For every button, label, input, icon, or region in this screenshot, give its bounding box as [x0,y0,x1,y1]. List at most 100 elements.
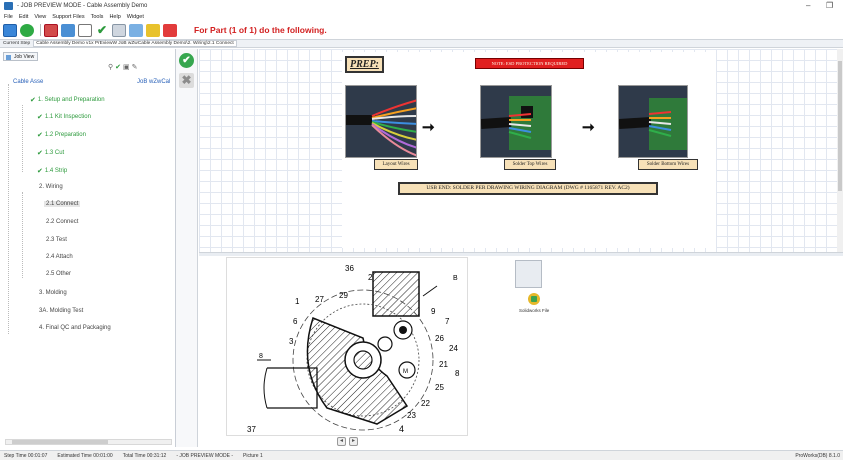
back-icon[interactable] [129,23,143,37]
tree-item-attach[interactable]: 2.4 Attach [46,254,73,260]
tree-item-connect[interactable]: 2.2 Connect [46,219,78,225]
user-icon[interactable] [146,23,160,37]
drawing-label: 25 [435,383,444,392]
tree-item-other[interactable]: 2.5 Other [46,271,71,277]
check-icon[interactable]: ✔ [95,23,109,37]
tree-item-kit-inspection[interactable]: ✔ 1.1 Kit Inspection [37,113,91,121]
menu-edit[interactable]: Edit [19,14,28,20]
picture-nav: ◂ ▸ [337,437,361,446]
forward-icon[interactable] [61,23,75,37]
alert-icon[interactable] [163,23,177,37]
refresh-icon[interactable] [20,23,34,37]
drawing-label: 36 [345,264,354,273]
menu-view[interactable]: View [34,14,46,20]
drawing-label: 22 [421,399,430,408]
tree-root-suffix: JoB wZwCal [137,79,171,85]
step-time: Step Time 00:01:07 [4,452,48,459]
tree-item-preparation[interactable]: ✔ 1.2 Preparation [37,131,86,139]
toolbar-separator [40,24,41,36]
total-time: Total Time 00:31:12 [122,452,167,459]
tree-root[interactable]: Cable Asse [13,79,43,85]
drawing-label: M [403,369,408,375]
drawing-label: B [453,275,458,282]
tree-item-strip[interactable]: ✔ 1.4 Strip [37,167,67,175]
caption-solder-top: Solder Top Wires [504,159,556,170]
save-icon[interactable] [3,23,17,37]
media-panel: 36 2 B 1 27 29 9 7 6 3 26 24 21 8 8 M 25… [199,256,843,447]
check-icon: ✔ [37,168,43,175]
drawing-label: 8 [259,353,263,360]
tree-item-final-qc[interactable]: 4. Final QC and Packaging [39,325,111,331]
tree-connector [22,105,23,172]
tree-item-connect-selected[interactable]: 2.1 Connect [44,201,81,207]
menu-widget[interactable]: Widget [127,14,144,20]
list-icon[interactable] [44,23,58,37]
restore-button[interactable]: ❐ [826,1,833,10]
scrollbar-thumb[interactable] [838,61,842,191]
tree-item-test[interactable]: 2.3 Test [46,237,67,243]
solidworks-file-label[interactable]: Solidworks File [519,308,549,313]
window-title: - JOB PREVIEW MODE - Cable Assembly Demo [17,3,148,9]
tree-toolbar: ⚲ ✔ ▣ ✎ [108,63,140,71]
tree-connector [8,84,9,334]
drawing-label: 9 [431,307,436,316]
drawing-label: 24 [449,344,458,353]
mode-indicator: - JOB PREVIEW MODE - [176,452,233,459]
drawing-label: 21 [439,360,448,369]
photo-solder-bottom [618,85,688,158]
tree-item-cut[interactable]: ✔ 1.3 Cut [37,149,64,157]
right-arrow-icon: ➞ [422,119,435,136]
drawing-label: 6 [293,317,298,326]
drawing-label: 37 [247,425,256,434]
prep-title: PREP: [345,56,384,73]
previous-picture-button[interactable]: ◂ [337,437,346,446]
print-icon[interactable] [112,23,126,37]
photo-layout-wires [345,85,417,158]
instruction-vertical-scrollbar[interactable] [837,49,843,252]
minimize-button[interactable]: – [806,1,810,10]
edit-icon[interactable]: ✎ [132,63,138,71]
tree-horizontal-scrollbar[interactable] [5,439,172,445]
estimated-time: Estimated Time 00:01:00 [57,452,113,459]
drawing-label: 4 [399,424,404,434]
drawing-label: 26 [435,334,444,343]
job-tree-panel: Job View ⚲ ✔ ▣ ✎ Cable Asse JoB wZwCal ✔… [0,49,176,447]
fail-step-button[interactable]: ✖ [179,73,194,88]
photo-solder-top [480,85,552,158]
folder-icon[interactable]: ▣ [123,63,130,71]
page-icon[interactable] [78,23,92,37]
app-version: ProWorks(DB) 8.1.0 [795,452,840,459]
menu-bar: File Edit View Support Files Tools Help … [0,12,150,21]
attachment-thumbnail[interactable] [515,260,542,288]
check-filter-icon[interactable]: ✔ [115,63,121,71]
drawing-label: 1 [295,297,300,306]
menu-support-files[interactable]: Support Files [52,14,84,20]
menu-tools[interactable]: Tools [91,14,104,20]
check-icon: ✔ [37,150,43,157]
filter-icon[interactable]: ⚲ [108,63,113,71]
breadcrumb-path: Cable Assembly Demo v1x PrEviewW JoB wZw… [33,40,237,47]
tree-item-setup[interactable]: ✔ 1. Setup and Preparation [30,96,105,104]
complete-step-button[interactable]: ✔ [179,53,194,68]
breadcrumb: Current Step Cable Assembly Demo v1x PrE… [0,39,843,48]
instruction-panel: PREP: NOTE: ESD PROTECTION REQUIRED Layo… [199,49,843,252]
drawing-label: 7 [445,317,450,326]
tree-item-molding-test[interactable]: 3A. Molding Test [39,308,83,314]
menu-help[interactable]: Help [109,14,120,20]
check-icon: ✔ [37,132,43,139]
caption-solder-bottom: Solder Bottom Wires [638,159,698,170]
caption-layout-wires: Layout Wires [374,159,418,170]
tab-job-view[interactable]: Job View [3,52,39,61]
drawing-label: 3 [289,337,294,346]
esd-note: NOTE: ESD PROTECTION REQUIRED [475,58,584,69]
menu-file[interactable]: File [4,14,13,20]
solidworks-file-icon[interactable] [528,293,540,305]
next-picture-button[interactable]: ▸ [349,437,358,446]
tree-item-wiring[interactable]: 2. Wiring [39,184,63,190]
picture-indicator: Picture 1 [243,452,263,459]
action-column: ✔ ✖ [176,49,198,447]
technical-drawing: 36 2 B 1 27 29 9 7 6 3 26 24 21 8 8 M 25… [226,257,468,436]
tree-item-molding[interactable]: 3. Molding [39,290,67,296]
usb-end-instruction: USB END: SOLDER PER DRAWING WIRING DIAGR… [398,182,658,195]
scrollbar-thumb[interactable] [12,440,108,444]
